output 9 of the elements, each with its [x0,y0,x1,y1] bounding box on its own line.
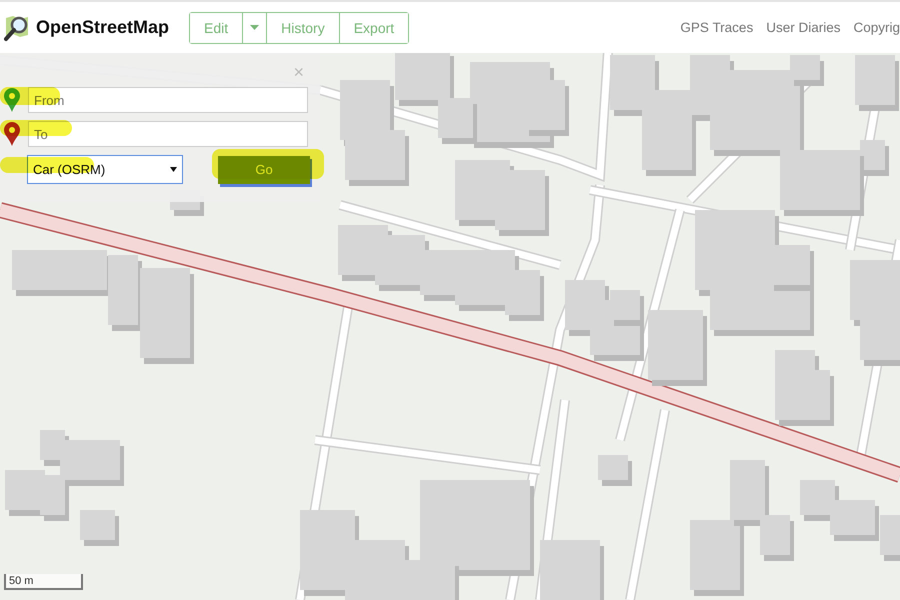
nav-link[interactable]: User Diaries [766,20,840,35]
nav-button[interactable]: Export [338,12,408,42]
caret-icon [250,25,260,30]
nav-link[interactable]: Copyrig [853,20,900,35]
caret-icon [170,167,177,172]
map-drawing[interactable] [0,53,900,600]
site-logo-text[interactable]: OpenStreetMap [36,17,170,38]
scale-bar: 50 m [4,574,83,590]
nav-link[interactable]: GPS Traces [680,20,754,35]
